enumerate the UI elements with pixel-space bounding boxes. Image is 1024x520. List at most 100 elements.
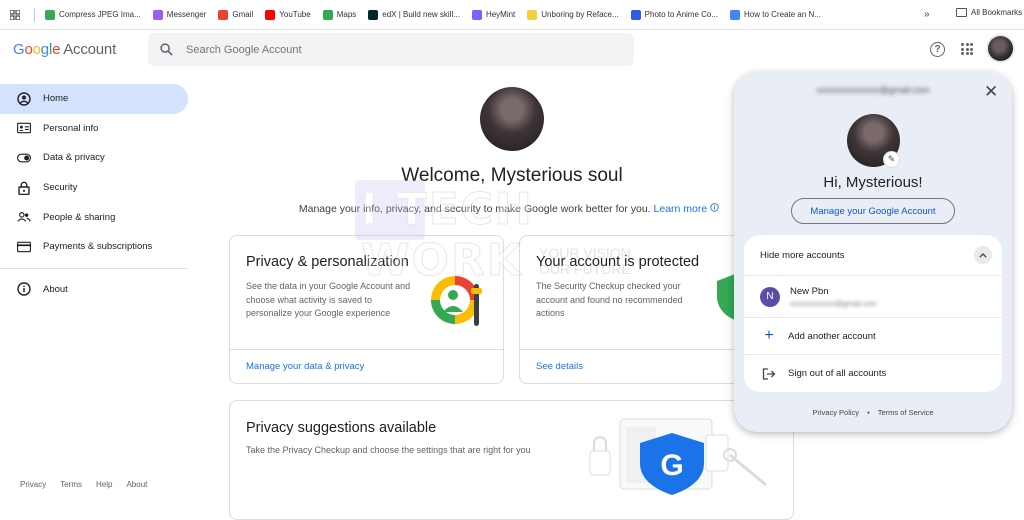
privacy-policy-link[interactable]: Privacy Policy: [812, 408, 859, 417]
bookmark-item[interactable]: Maps: [317, 9, 363, 20]
apps-grid-icon[interactable]: [0, 9, 30, 20]
bookmark-favicon-icon: [730, 9, 741, 20]
bookmark-label: How to Create an N...: [744, 10, 821, 19]
learn-more-link[interactable]: Learn more: [654, 203, 708, 215]
bookmark-favicon-icon: [527, 9, 538, 20]
sidebar-item-data-privacy[interactable]: Data & privacy: [0, 143, 190, 173]
sidebar-nav: Home Personal info Data & privacy Security P…: [0, 84, 190, 304]
card-title: Your account is protected: [536, 254, 700, 270]
sidebar-item-label: Personal info: [43, 122, 99, 134]
google-logo-text: Google: [13, 41, 61, 58]
sidebar-footer: Privacy Terms Help About: [20, 480, 147, 489]
google-account-logo[interactable]: Google Account: [13, 41, 116, 58]
add-account-row[interactable]: + Add another account: [744, 317, 1002, 354]
manage-data-privacy-link[interactable]: Manage your data & privacy: [230, 349, 503, 383]
welcome-subtitle: Manage your info, privacy, and security …: [229, 203, 789, 215]
bookmark-item[interactable]: edX | Build new skill...: [362, 9, 466, 20]
account-email-blurred: xxxxxxxxxxxx@gmail.com: [790, 298, 877, 308]
account-row-new-pbn[interactable]: N New Pbn xxxxxxxxxxxx@gmail.com: [744, 275, 1002, 317]
sidebar-item-about[interactable]: About: [0, 275, 190, 305]
sidebar-item-label: Security: [43, 182, 78, 194]
panel-greeting: Hi, Mysterious!: [823, 174, 923, 191]
bookmark-label: Gmail: [232, 10, 254, 19]
more-bookmarks-button[interactable]: »: [924, 9, 930, 20]
card-title: Privacy & personalization: [246, 254, 409, 270]
bookmark-label: edX | Build new skill...: [382, 10, 460, 19]
info-icon: [710, 203, 719, 212]
info-icon: [17, 282, 31, 297]
account-email-blurred: xxxxxxxxxxxxxx@gmail.com: [816, 85, 930, 95]
toggle-icon: [17, 151, 31, 165]
svg-text:G: G: [660, 449, 683, 482]
sidebar-item-label: People & sharing: [43, 211, 116, 223]
bookmark-item[interactable]: HeyMint: [466, 9, 521, 20]
help-icon[interactable]: ?: [930, 42, 945, 57]
card-description: Take the Privacy Checkup and choose the …: [246, 445, 531, 455]
sidebar-item-security[interactable]: Security: [0, 173, 190, 203]
bookmark-favicon-icon: [471, 9, 482, 20]
privacy-illustration-icon: [431, 276, 482, 326]
sidebar-item-people-sharing[interactable]: People & sharing: [0, 202, 190, 232]
card-description: The Security Checkup checked your accoun…: [536, 281, 683, 318]
bookmark-label: Unboring by Reface...: [541, 10, 619, 19]
bookmark-item[interactable]: Unboring by Reface...: [521, 9, 624, 20]
search-box[interactable]: [148, 33, 634, 66]
bookmark-label: HeyMint: [485, 10, 516, 19]
hide-accounts-toggle[interactable]: Hide more accounts: [744, 235, 1002, 275]
bookmark-item[interactable]: Photo to Anime Co...: [625, 9, 724, 20]
footer-help-link[interactable]: Help: [96, 480, 112, 489]
bookmarks-divider: [34, 7, 35, 22]
home-icon: [17, 92, 31, 106]
credit-card-icon: [17, 240, 31, 254]
bookmark-favicon-icon: [45, 9, 55, 20]
plus-icon: +: [764, 327, 774, 344]
accounts-list: Hide more accounts N New Pbn xxxxxxxxxxx…: [744, 235, 1002, 392]
search-icon: [160, 43, 173, 56]
bookmark-label: Photo to Anime Co...: [644, 10, 719, 19]
sidebar-item-payments-subscriptions[interactable]: Payments & subscriptions: [0, 232, 190, 262]
bookmark-item[interactable]: How to Create an N...: [724, 9, 827, 20]
lock-icon: [17, 181, 31, 195]
bookmark-favicon-icon: [630, 9, 641, 20]
bookmark-list: Compress JPEG Ima... Messenger Gmail YouTub…: [39, 9, 827, 20]
card-title: Privacy suggestions available: [246, 420, 437, 436]
sidebar-item-label: Home: [43, 93, 69, 105]
edit-photo-pencil-icon[interactable]: ✎: [884, 152, 899, 167]
bookmark-label: Messenger: [166, 10, 207, 19]
google-apps-icon[interactable]: [961, 43, 973, 55]
sign-out-row[interactable]: Sign out of all accounts: [744, 354, 1002, 392]
welcome-heading: Welcome, Mysterious soul: [401, 165, 623, 186]
sign-out-icon: [762, 367, 776, 380]
subtitle-text: Manage your info, privacy, and security …: [298, 203, 651, 215]
bookmark-item[interactable]: Compress JPEG Ima...: [39, 9, 147, 20]
privacy-suggestions-card[interactable]: Privacy suggestions available Take the P…: [229, 400, 794, 520]
card-description: See the data in your Google Account and …: [246, 281, 411, 318]
sign-out-label: Sign out of all accounts: [788, 368, 887, 379]
footer-privacy-link[interactable]: Privacy: [20, 480, 46, 489]
account-avatar-button[interactable]: [988, 36, 1013, 61]
bookmark-label: YouTube: [279, 10, 311, 19]
all-bookmarks-label: All Bookmarks: [971, 8, 1023, 17]
search-input[interactable]: [186, 43, 586, 56]
privacy-personalization-card[interactable]: Privacy & personalization See the data i…: [229, 235, 504, 384]
close-icon[interactable]: ✕: [984, 82, 998, 102]
account-switcher-panel: xxxxxxxxxxxxxx@gmail.com ✕ ✎ Hi, Mysteri…: [734, 72, 1012, 432]
profile-photo[interactable]: [480, 87, 544, 151]
manage-account-button[interactable]: Manage your Google Account: [791, 198, 955, 224]
bookmark-item[interactable]: Messenger: [147, 9, 213, 20]
bookmark-item[interactable]: YouTube: [259, 9, 316, 20]
all-bookmarks-button[interactable]: All Bookmarks: [956, 8, 1022, 17]
sidebar-item-label: About: [43, 283, 68, 295]
bookmarks-bar: Compress JPEG Ima... Messenger Gmail YouTub…: [0, 0, 1024, 30]
bookmark-item[interactable]: Gmail: [212, 9, 259, 20]
footer-about-link[interactable]: About: [126, 480, 147, 489]
terms-of-service-link[interactable]: Terms of Service: [878, 408, 934, 417]
account-avatar: N: [760, 286, 780, 307]
footer-bullet: •: [867, 408, 870, 417]
sidebar-item-label: Payments & subscriptions: [43, 241, 153, 253]
id-card-icon: [17, 121, 31, 135]
sidebar-item-home[interactable]: Home: [0, 84, 188, 114]
footer-terms-link[interactable]: Terms: [60, 480, 82, 489]
sidebar-item-personal-info[interactable]: Personal info: [0, 114, 190, 144]
bookmark-favicon-icon: [322, 9, 333, 20]
